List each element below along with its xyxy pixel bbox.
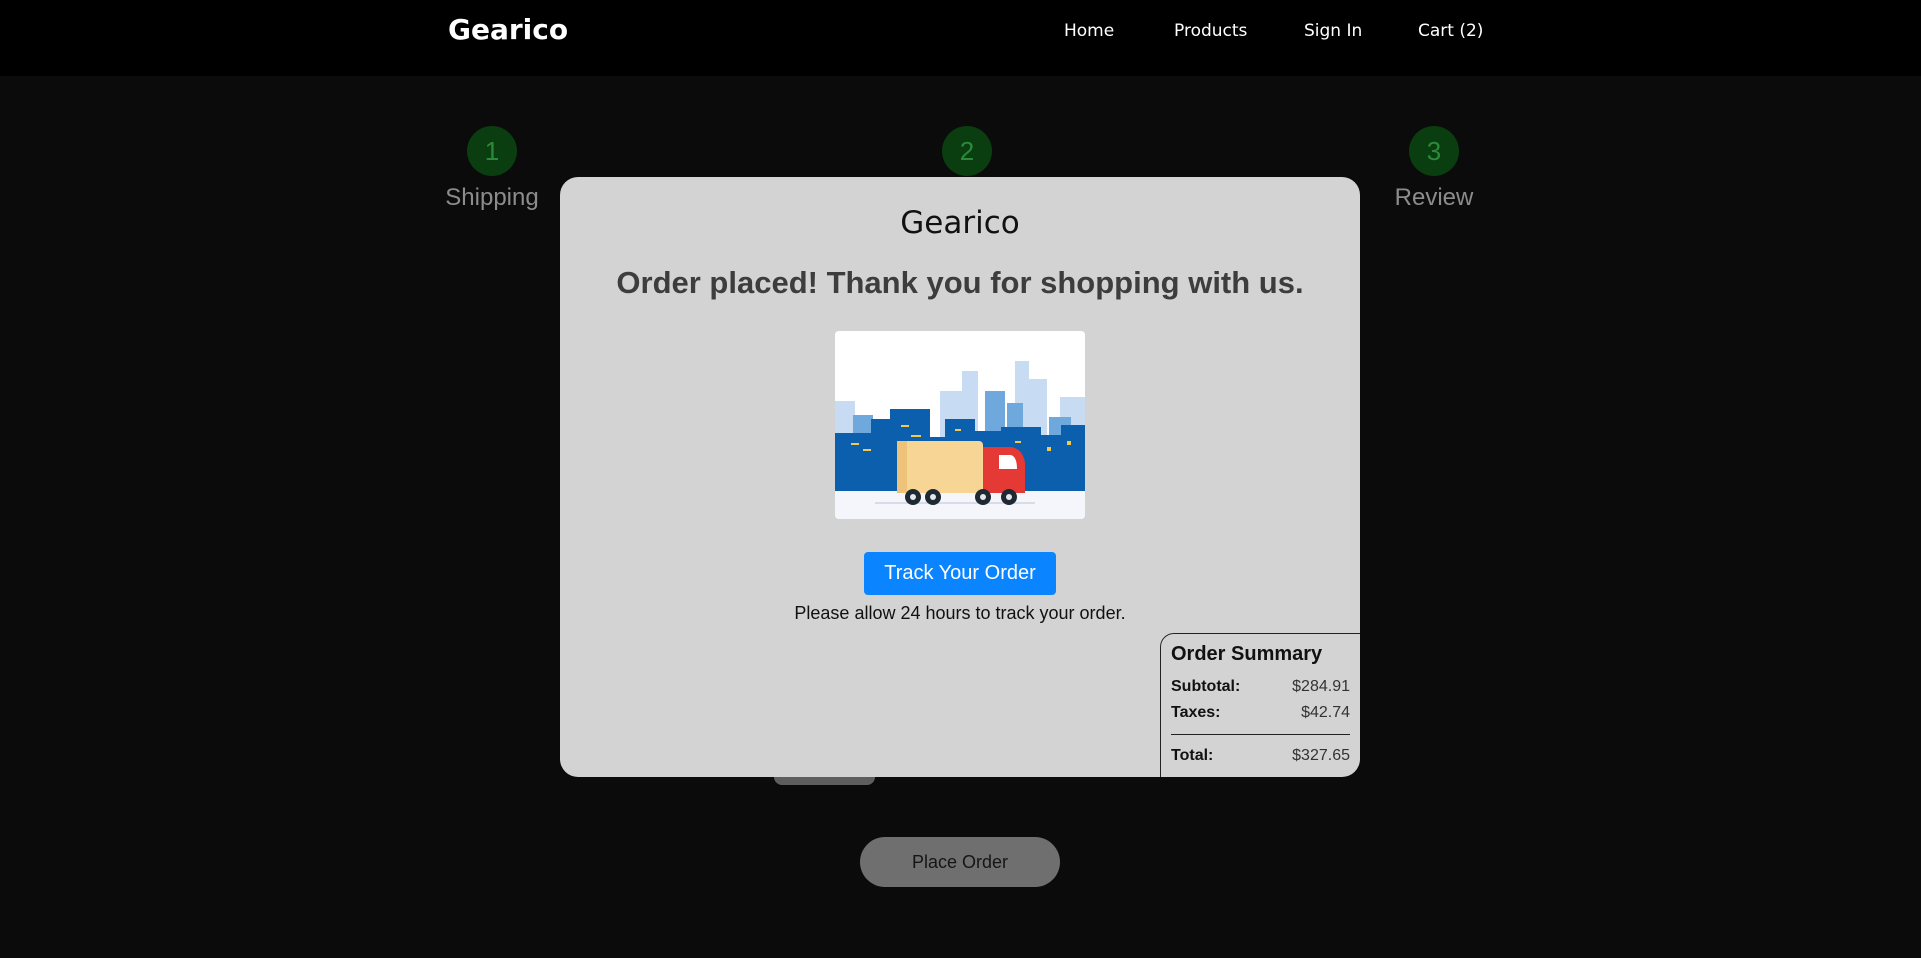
step-label: Shipping bbox=[445, 184, 539, 211]
summary-value: $42.74 bbox=[1301, 704, 1350, 721]
summary-value: $284.91 bbox=[1292, 678, 1350, 695]
order-summary-title: Order Summary bbox=[1171, 643, 1323, 665]
summary-total-value: $327.65 bbox=[1292, 747, 1350, 764]
step-two: 2 bbox=[907, 126, 1027, 184]
tracking-hint: Please allow 24 hours to track your orde… bbox=[794, 603, 1126, 623]
summary-total-label: Total: bbox=[1171, 747, 1214, 764]
nav-link-cart[interactable]: Cart (2) bbox=[1418, 21, 1483, 41]
summary-label: Subtotal: bbox=[1171, 678, 1241, 695]
modal-brand: Gearico bbox=[900, 205, 1020, 241]
summary-row-taxes: Taxes: $42.74 bbox=[1171, 700, 1350, 726]
step-number: 1 bbox=[467, 126, 517, 176]
step-shipping: 1 Shipping bbox=[432, 126, 552, 212]
top-navbar: Gearico Home Products Sign In Cart (2) bbox=[0, 0, 1921, 76]
place-order-button[interactable]: Place Order bbox=[860, 837, 1060, 887]
order-summary-panel: Order Summary Subtotal: $284.91 Taxes: $… bbox=[1160, 633, 1360, 777]
step-number: 2 bbox=[942, 126, 992, 176]
nav-link-products[interactable]: Products bbox=[1174, 21, 1247, 41]
delivery-truck-illustration bbox=[835, 331, 1085, 519]
summary-row-subtotal: Subtotal: $284.91 bbox=[1171, 674, 1350, 700]
summary-label: Taxes: bbox=[1171, 704, 1221, 721]
step-number: 3 bbox=[1409, 126, 1459, 176]
brand-logo-link[interactable]: Gearico bbox=[448, 13, 568, 46]
summary-row-total: Total: $327.65 bbox=[1171, 743, 1350, 769]
track-order-button[interactable]: Track Your Order bbox=[864, 552, 1056, 595]
order-confirmation-modal: Gearico Order placed! Thank you for shop… bbox=[560, 177, 1360, 777]
step-label: Review bbox=[1394, 184, 1474, 211]
nav-link-home[interactable]: Home bbox=[1064, 21, 1114, 41]
modal-heading: Order placed! Thank you for shopping wit… bbox=[616, 265, 1304, 300]
nav-link-sign-in[interactable]: Sign In bbox=[1304, 21, 1362, 41]
step-review: 3 Review bbox=[1374, 126, 1494, 212]
summary-divider bbox=[1171, 734, 1350, 735]
